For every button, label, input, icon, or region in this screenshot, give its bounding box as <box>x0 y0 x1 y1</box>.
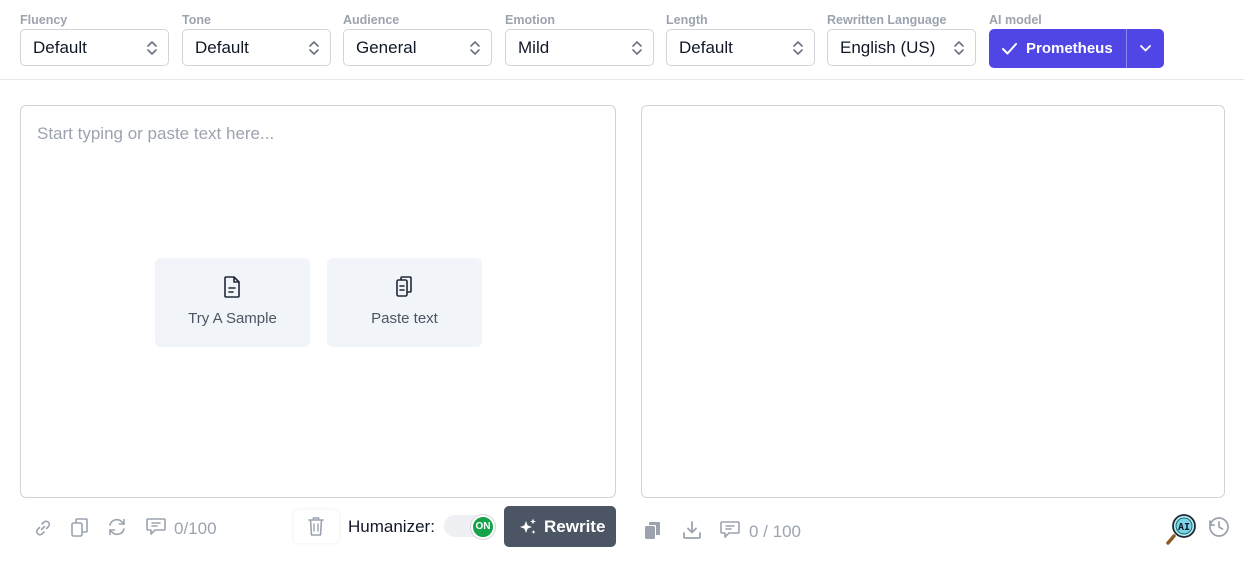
audience-select[interactable]: General <box>343 29 492 66</box>
ai-detector-button[interactable]: AI <box>1165 512 1199 551</box>
emotion-label: Emotion <box>505 13 555 27</box>
try-sample-button[interactable]: Try A Sample <box>155 258 310 347</box>
history-button[interactable] <box>1207 515 1231 544</box>
fluency-value: Default <box>33 38 87 57</box>
humanizer-label: Humanizer: <box>348 517 435 536</box>
length-value: Default <box>679 38 733 57</box>
model-button: Prometheus <box>989 29 1164 68</box>
length-label: Length <box>666 13 708 27</box>
fluency-option: Fluency Default <box>20 12 169 66</box>
model-name: Prometheus <box>1026 40 1113 57</box>
word-count-button <box>145 517 167 542</box>
model-select-button[interactable]: Prometheus <box>989 29 1126 68</box>
tone-value: Default <box>195 38 249 57</box>
emotion-value: Mild <box>518 38 550 57</box>
clear-button[interactable] <box>294 510 339 543</box>
ai-detector-icon: AI <box>1166 514 1196 545</box>
humanizer-toggle[interactable]: ON <box>444 515 496 539</box>
language-select[interactable]: English (US) <box>827 29 976 66</box>
options-bar: Fluency Default Tone Default Audience Ge… <box>0 0 1244 80</box>
link-icon <box>36 520 50 536</box>
fluency-select[interactable]: Default <box>20 29 169 66</box>
sparkles-icon <box>520 518 536 534</box>
attach-button[interactable] <box>33 518 53 543</box>
chevron-down-icon <box>1140 45 1151 52</box>
refresh-icon <box>109 518 125 536</box>
clipboard-icon <box>396 276 412 297</box>
copy-output-button[interactable] <box>643 520 663 546</box>
audience-option: Audience General <box>343 12 492 66</box>
rewrite-label: Rewrite <box>544 517 606 536</box>
copy-icon <box>71 518 88 537</box>
chevron-up-down-icon <box>147 41 157 55</box>
comment-icon <box>146 518 166 535</box>
emotion-option: Emotion Mild <box>505 12 654 66</box>
emotion-select[interactable]: Mild <box>505 29 654 66</box>
download-icon <box>683 521 701 539</box>
chevron-up-down-icon <box>632 41 642 55</box>
model-label: AI model <box>989 13 1042 27</box>
chevron-up-down-icon <box>793 41 803 55</box>
paste-text-label: Paste text <box>371 310 438 327</box>
fluency-label: Fluency <box>20 13 68 27</box>
length-option: Length Default <box>666 12 815 66</box>
chevron-up-down-icon <box>954 41 964 55</box>
audience-value: General <box>356 38 417 57</box>
model-dropdown-toggle[interactable] <box>1127 29 1164 68</box>
copy-icon <box>645 522 660 539</box>
input-panel: Try A Sample Paste text <box>20 105 616 498</box>
audience-label: Audience <box>343 13 400 27</box>
tone-label: Tone <box>182 13 211 27</box>
tone-option: Tone Default <box>182 12 331 66</box>
check-icon <box>1002 43 1017 55</box>
output-word-count <box>719 520 741 545</box>
chevron-up-down-icon <box>309 41 319 55</box>
refresh-button[interactable] <box>107 517 127 542</box>
output-panel[interactable] <box>641 105 1225 498</box>
document-icon <box>224 276 240 298</box>
input-word-counter: 0/100 <box>174 519 217 538</box>
language-value: English (US) <box>840 38 936 57</box>
history-icon <box>1209 517 1229 537</box>
output-word-counter: 0 / 100 <box>749 522 801 541</box>
ai-badge-text: AI <box>1178 522 1190 533</box>
tone-select[interactable]: Default <box>182 29 331 66</box>
chevron-up-down-icon <box>470 41 480 55</box>
model-option: AI model Prometheus <box>989 12 1164 68</box>
try-sample-label: Try A Sample <box>188 310 277 327</box>
length-select[interactable]: Default <box>666 29 815 66</box>
language-option: Rewritten Language English (US) <box>827 12 976 66</box>
humanizer-toggle-knob: ON <box>471 515 495 539</box>
rewrite-button[interactable]: Rewrite <box>504 506 616 547</box>
download-button[interactable] <box>682 520 702 545</box>
trash-icon <box>308 517 324 536</box>
input-textarea[interactable] <box>21 106 615 497</box>
copy-input-button[interactable] <box>70 517 90 543</box>
paste-text-button[interactable]: Paste text <box>327 258 482 347</box>
comment-icon <box>720 521 740 538</box>
language-label: Rewritten Language <box>827 13 947 27</box>
